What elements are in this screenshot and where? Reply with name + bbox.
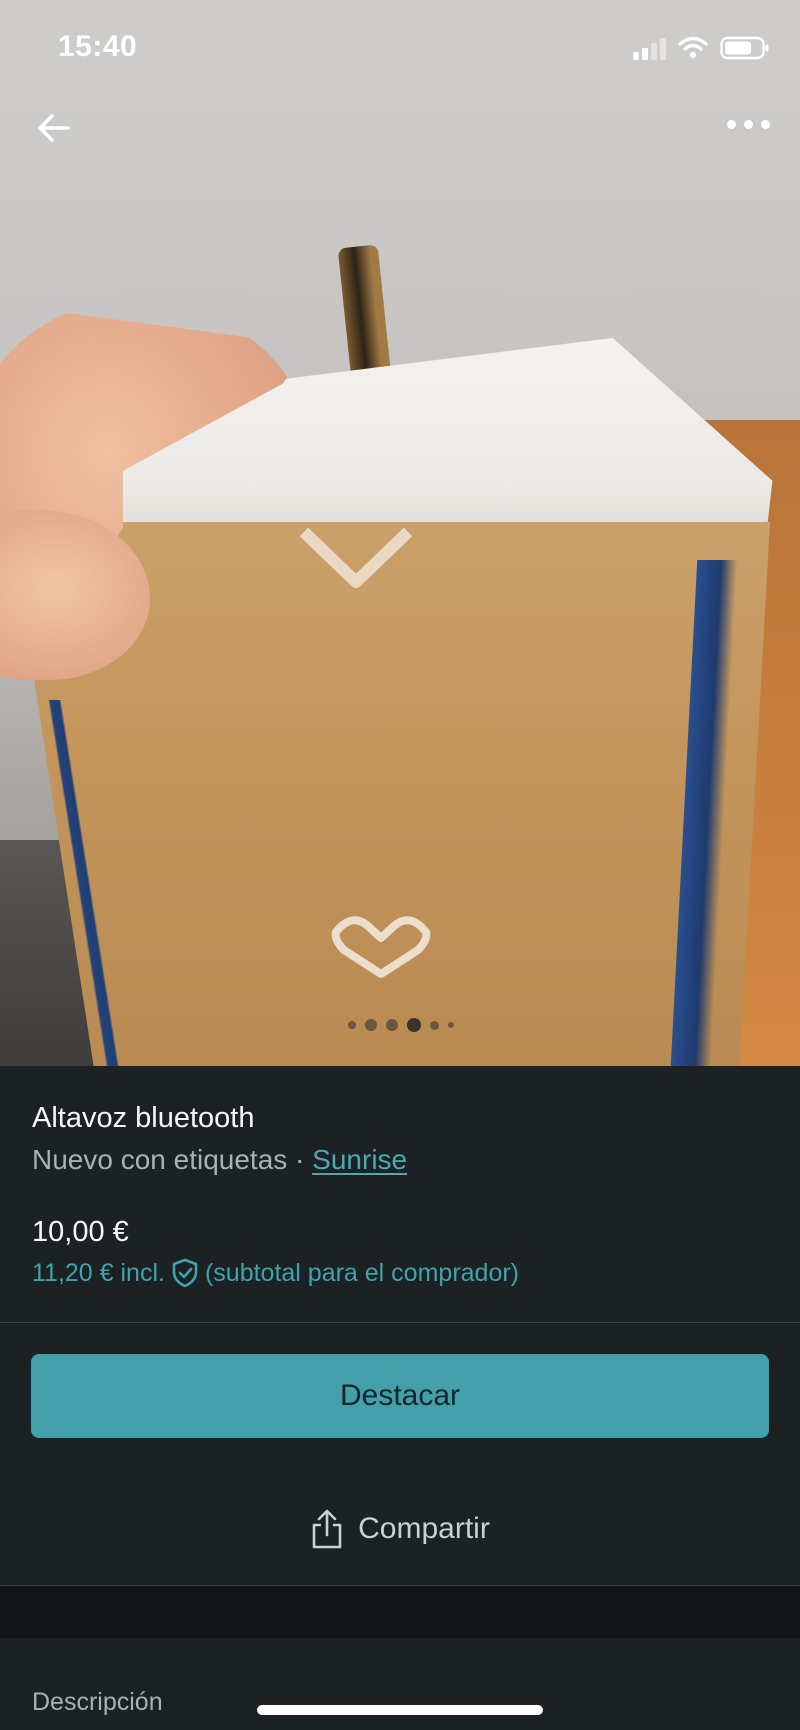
- item-price: 10,00 €: [32, 1216, 129, 1248]
- share-label: Compartir: [358, 1512, 490, 1545]
- box-heart-logo: [299, 527, 413, 588]
- item-subline: Nuevo con etiquetas · Sunrise: [32, 1144, 407, 1176]
- separator: ·: [295, 1144, 305, 1175]
- item-condition: Nuevo con etiquetas: [32, 1144, 288, 1175]
- carousel-dot: [365, 1019, 377, 1031]
- carousel-dot: [386, 1019, 398, 1031]
- carousel-dot: [430, 1020, 439, 1030]
- carousel-indicator: [348, 1018, 454, 1032]
- buyer-price-value: 11,20 € incl.: [32, 1258, 165, 1287]
- share-icon: [312, 1509, 342, 1549]
- battery-icon: [720, 36, 769, 60]
- box-heart-logo: [331, 916, 431, 978]
- section-gap: [0, 1586, 800, 1638]
- status-icons: [633, 36, 770, 60]
- arrow-left-icon[interactable]: [32, 106, 76, 150]
- signal-icon: [633, 36, 666, 60]
- carousel-dot: [348, 1021, 356, 1029]
- more-horizontal-icon[interactable]: [727, 120, 770, 129]
- status-time: 15:40: [58, 30, 138, 63]
- product-photo[interactable]: 15:40: [0, 0, 800, 1066]
- promote-button[interactable]: Destacar: [31, 1354, 769, 1438]
- buyer-price[interactable]: 11,20 € incl. (subtotal para el comprado…: [32, 1258, 519, 1288]
- item-title: Altavoz bluetooth: [32, 1102, 255, 1134]
- buyer-price-note: (subtotal para el comprador): [204, 1258, 520, 1287]
- shield-check-icon: [172, 1258, 198, 1288]
- description-heading: Descripción: [32, 1688, 163, 1716]
- wifi-icon: [678, 36, 708, 59]
- brand-link[interactable]: Sunrise: [312, 1144, 407, 1175]
- carousel-dot: [448, 1022, 454, 1028]
- home-indicator[interactable]: [257, 1705, 543, 1715]
- share-button[interactable]: Compartir: [250, 1498, 550, 1560]
- divider: [0, 1322, 800, 1323]
- carousel-dot-active: [407, 1018, 421, 1032]
